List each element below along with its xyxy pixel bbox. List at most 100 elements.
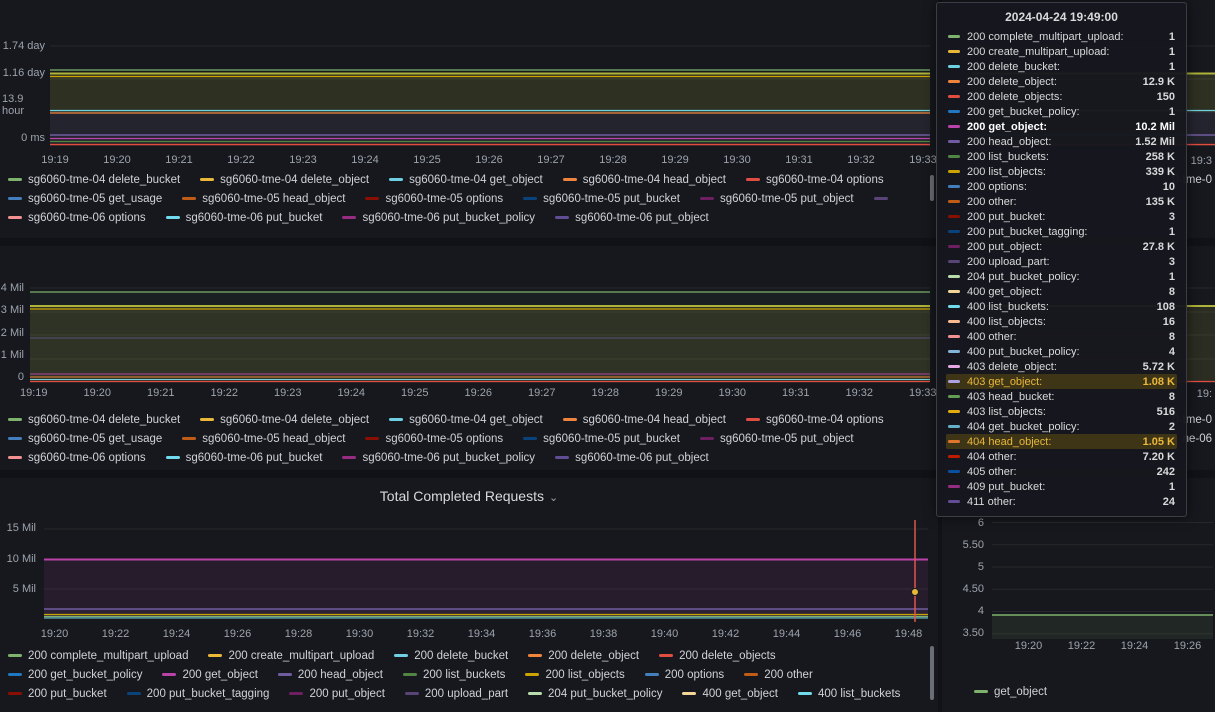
series-color-swatch — [162, 673, 176, 676]
legend-item[interactable]: 200 other — [744, 669, 813, 681]
x-axis-tick: 19:24 — [320, 387, 384, 401]
legend-item[interactable]: sg6060-tme-04 options — [746, 414, 884, 426]
legend-item-label: sg6060-tme-04 delete_object — [220, 414, 369, 426]
tooltip-series-value: 339 K — [1136, 166, 1175, 178]
legend-item[interactable]: sg6060-tme-04 head_object — [563, 174, 726, 186]
legend-item[interactable]: sg6060-tme-06 options — [8, 212, 146, 224]
duration-chart-plot[interactable] — [50, 40, 930, 152]
legend-item[interactable]: sg6060-tme-04 get_object — [389, 414, 543, 426]
legend-item[interactable]: sg6060-tme-05 options — [365, 433, 503, 445]
tooltip-series-row: 200 upload_part: 3 — [946, 254, 1177, 269]
legend-item[interactable]: 200 delete_bucket — [394, 650, 508, 662]
legend-item[interactable]: 200 complete_multipart_upload — [8, 650, 188, 662]
legend-item[interactable]: sg6060-tme-06 put_bucket_policy — [342, 212, 535, 224]
tooltip-series-label: 200 list_objects: — [967, 166, 1046, 178]
legend-item-label: sg6060-tme-04 get_object — [409, 414, 543, 426]
tooltip-series-label: 403 get_object: — [967, 376, 1042, 388]
legend-item[interactable]: 200 head_object — [278, 669, 383, 681]
legend-item[interactable]: sg6060-tme-05 put_bucket — [523, 193, 680, 205]
legend-item[interactable]: sg6060-tme-05 get_usage — [8, 433, 162, 445]
tooltip-series-label: 400 put_bucket_policy: — [967, 346, 1080, 358]
legend-item[interactable]: sg6060-tme-04 delete_object — [200, 414, 369, 426]
legend-item[interactable]: 200 put_object — [289, 688, 384, 700]
tooltip-series-value: 3 — [1159, 256, 1175, 268]
panel-title[interactable]: Total Completed Requests⌄ — [0, 488, 938, 504]
legend-item[interactable]: get_object — [974, 686, 1047, 698]
legend-item[interactable]: 200 upload_part — [405, 688, 508, 700]
legend-item[interactable]: 200 list_buckets — [403, 669, 505, 681]
x-axis-tick: 19:32 — [828, 387, 892, 401]
legend-item[interactable]: sg6060-tme-06 put_bucket_policy — [342, 452, 535, 464]
x-axis-tick: 19:21 — [148, 154, 210, 168]
tooltip-series-label: 200 put_object: — [967, 241, 1042, 253]
legend-item[interactable]: 400 get_object — [682, 688, 777, 700]
legend-item-label: sg6060-tme-05 get_usage — [28, 193, 162, 205]
count-chart-plot[interactable] — [30, 282, 930, 383]
x-axis-tick: 19:21 — [129, 387, 193, 401]
legend-item-label: sg6060-tme-04 get_object — [409, 174, 543, 186]
series-color-swatch — [523, 197, 537, 200]
legend-item[interactable]: 200 put_bucket_tagging — [127, 688, 270, 700]
tooltip-series-row: 404 head_object: 1.05 K — [946, 434, 1177, 449]
tooltip-series-row: 200 list_objects: 339 K — [946, 164, 1177, 179]
x-axis-tick: 19:42 — [695, 628, 756, 642]
legend-item[interactable]: sg6060-tme-05 put_bucket — [523, 433, 680, 445]
legend-item[interactable]: 200 delete_objects — [659, 650, 776, 662]
legend-item[interactable]: sg6060-tme-05 put_object — [700, 193, 854, 205]
legend-item[interactable]: 200 delete_object — [528, 650, 639, 662]
legend-item[interactable]: sg6060-tme-04 get_object — [389, 174, 543, 186]
detail-chart-plot[interactable] — [992, 512, 1213, 640]
legend-item[interactable]: sg6060-tme-06 put_object — [555, 212, 709, 224]
legend-item[interactable]: sg6060-tme-05 head_object — [182, 433, 345, 445]
tooltip-series-value: 1.52 Mil — [1125, 136, 1175, 148]
series-color-swatch — [127, 692, 141, 695]
legend-item-label: sg6060-tme-06 options — [28, 452, 146, 464]
legend-row: sg6060-tme-06 options sg6060-tme-06 put_… — [8, 450, 934, 465]
legend-item[interactable]: sg6060-tme-04 delete_object — [200, 174, 369, 186]
total-chart-plot[interactable] — [44, 518, 928, 626]
legend-item[interactable]: sg6060-tme-05 get_usage — [8, 193, 162, 205]
legend-item[interactable]: sg6060-tme-04 head_object — [563, 414, 726, 426]
legend-item[interactable]: 400 list_buckets — [798, 688, 900, 700]
tooltip-series-label: 200 put_bucket_tagging: — [967, 226, 1088, 238]
tooltip-series-row: 200 create_multipart_upload: 1 — [946, 44, 1177, 59]
legend-item[interactable]: sg6060-tme-04 delete_bucket — [8, 174, 180, 186]
legend-item-label: sg6060-tme-04 head_object — [583, 174, 726, 186]
x-axis-tick-fragment: 19:3 — [1191, 155, 1212, 167]
legend-item[interactable]: 204 put_bucket_policy — [528, 688, 662, 700]
legend-item[interactable]: 200 get_bucket_policy — [8, 669, 142, 681]
tooltip-series-label: 403 list_objects: — [967, 406, 1046, 418]
tooltip-series-value: 1 — [1159, 31, 1175, 43]
x-axis-tick: 19:23 — [256, 387, 320, 401]
tooltip-series-value: 16 — [1153, 316, 1175, 328]
legend-item[interactable] — [874, 197, 894, 200]
x-axis-tick: 19:22 — [193, 387, 257, 401]
tooltip-series-row: 200 get_bucket_policy: 1 — [946, 104, 1177, 119]
legend-item[interactable]: sg6060-tme-04 options — [746, 174, 884, 186]
legend-item[interactable]: sg6060-tme-04 delete_bucket — [8, 414, 180, 426]
legend-item[interactable]: sg6060-tme-06 put_bucket — [166, 452, 323, 464]
legend-item[interactable]: 200 options — [645, 669, 724, 681]
legend-item[interactable]: sg6060-tme-06 put_object — [555, 452, 709, 464]
legend-item-label: sg6060-tme-05 put_bucket — [543, 193, 680, 205]
legend-item-label: 200 upload_part — [425, 688, 508, 700]
legend-item[interactable]: 200 create_multipart_upload — [208, 650, 374, 662]
legend-scrollbar[interactable] — [930, 646, 934, 700]
series-color-swatch — [948, 290, 960, 293]
legend-item[interactable]: 200 get_object — [162, 669, 257, 681]
legend-scrollbar[interactable] — [930, 175, 934, 201]
chevron-down-icon[interactable]: ⌄ — [549, 492, 558, 504]
legend-item[interactable]: 200 list_objects — [525, 669, 624, 681]
legend-item[interactable]: sg6060-tme-05 options — [365, 193, 503, 205]
tooltip-series-label: 404 head_object: — [967, 436, 1051, 448]
legend-item[interactable]: 200 put_bucket — [8, 688, 107, 700]
legend-item[interactable]: sg6060-tme-06 put_bucket — [166, 212, 323, 224]
legend-item[interactable]: sg6060-tme-05 head_object — [182, 193, 345, 205]
x-axis-tick: 19:24 — [146, 628, 207, 642]
legend-item[interactable]: sg6060-tme-06 options — [8, 452, 146, 464]
duration-chart-svg — [50, 40, 930, 152]
tooltip-series-label: 409 put_bucket: — [967, 481, 1045, 493]
legend-item-label: sg6060-tme-05 put_object — [720, 193, 854, 205]
legend-item[interactable]: sg6060-tme-05 put_object — [700, 433, 854, 445]
tooltip-series-row: 400 put_bucket_policy: 4 — [946, 344, 1177, 359]
